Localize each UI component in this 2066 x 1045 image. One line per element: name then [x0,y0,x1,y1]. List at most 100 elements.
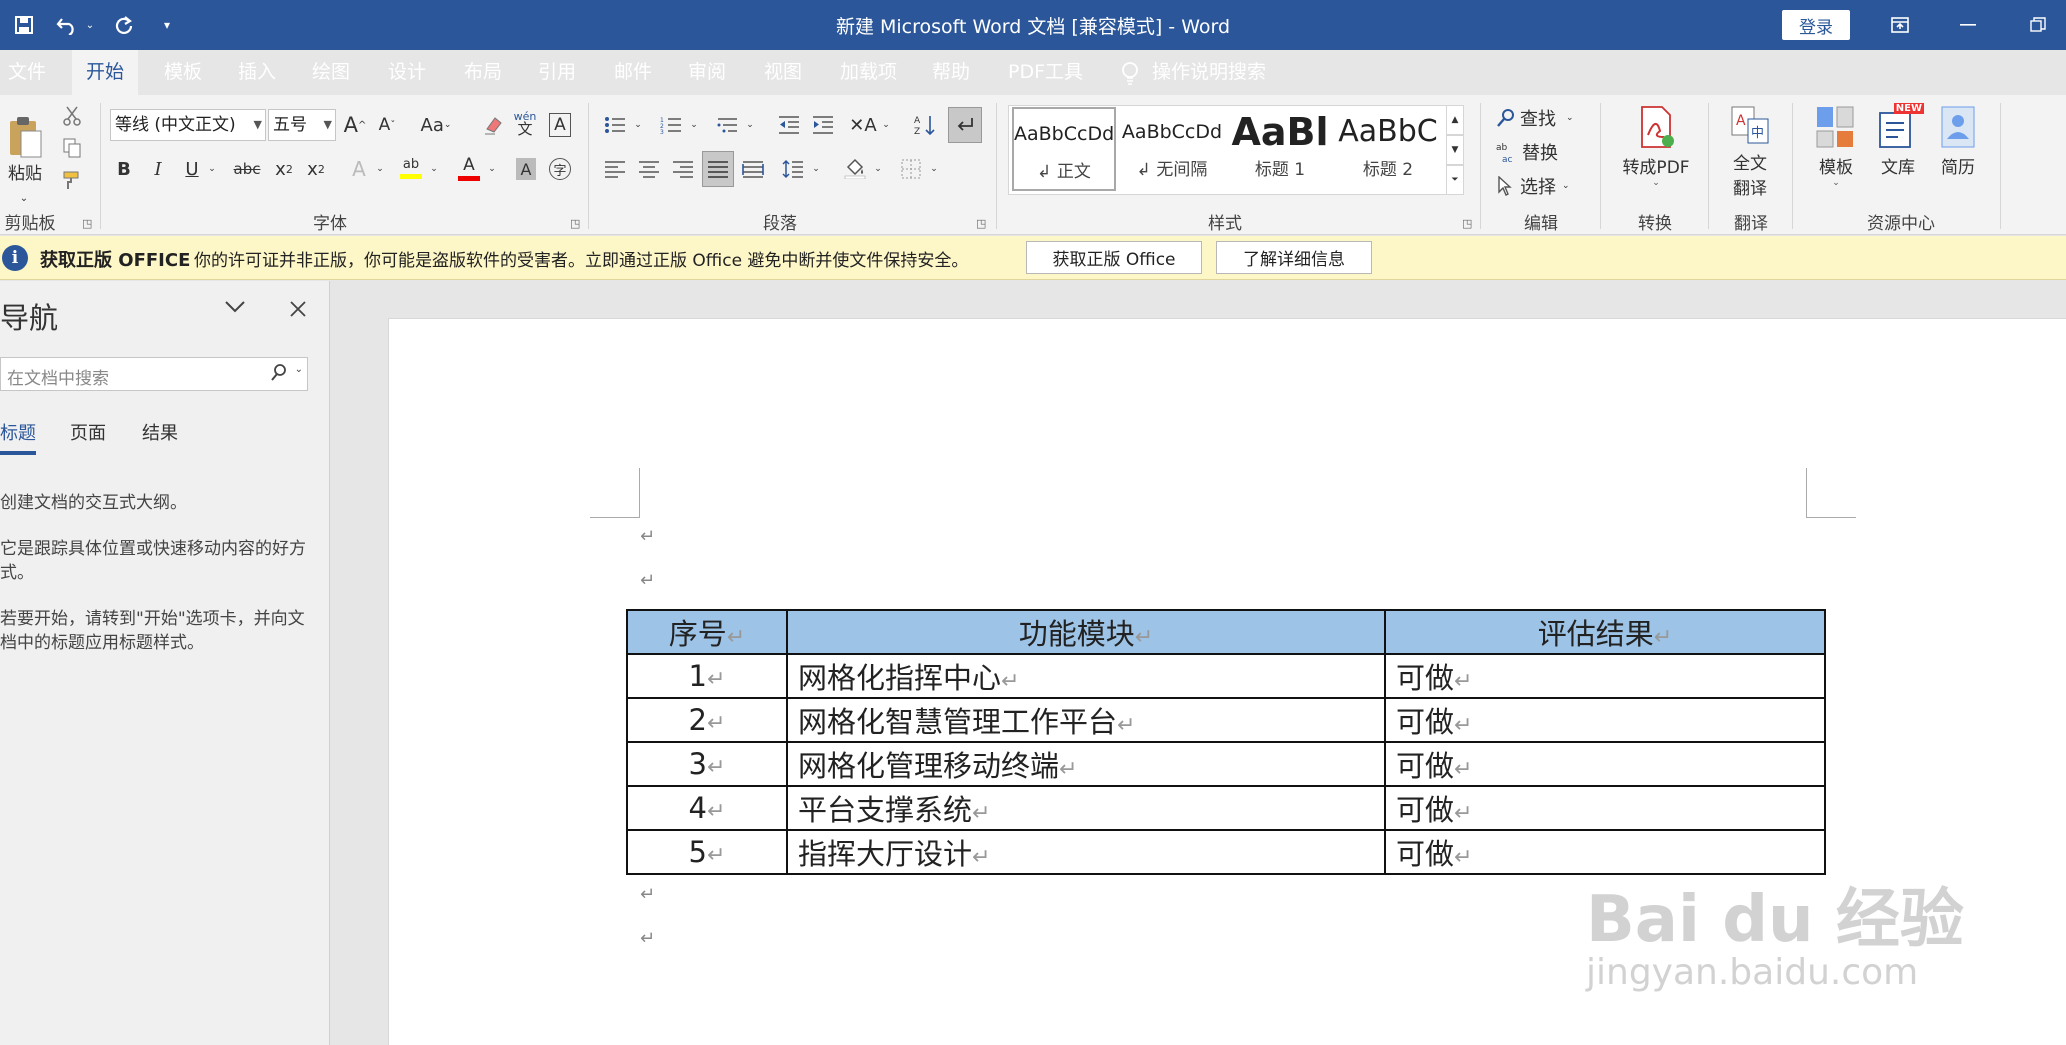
align-right-icon[interactable] [668,153,698,185]
clear-format-icon[interactable] [478,109,508,141]
text-effects-dropdown-icon[interactable]: ⌄ [374,153,386,185]
evaluation-table[interactable]: 序号↵ 功能模块↵ 评估结果↵ 1↵ 网格化指挥中心↵ 可做↵ 2↵ 网格化智慧… [626,609,1826,875]
increase-indent-icon[interactable] [808,109,838,141]
numbering-dropdown-icon[interactable]: ⌄ [688,109,700,141]
copy-icon[interactable] [58,135,86,161]
chinese-layout-dropdown-icon[interactable]: ⌄ [880,109,892,141]
multilevel-list-icon[interactable] [712,109,742,141]
chinese-layout-icon[interactable]: ✕A [848,109,878,141]
table-cell[interactable]: 指挥大厅设计↵ [786,829,1386,875]
style-no-spacing[interactable]: AaBbCcDd ↲ 无间隔 [1120,107,1224,191]
restore-icon[interactable] [2020,10,2056,40]
lightbulb-icon[interactable] [1116,58,1144,88]
table-cell[interactable]: 平台支撑系统↵ [786,785,1386,831]
nav-tab-results[interactable]: 结果 [142,419,178,445]
table-cell[interactable]: 网格化智慧管理工作平台↵ [786,697,1386,743]
to-pdf-button[interactable]: 转成PDF ⌄ [1614,105,1698,188]
minimize-icon[interactable] [1950,10,1986,40]
tab-file[interactable]: 文件 [0,50,54,95]
align-center-icon[interactable] [634,153,664,185]
tab-mailings[interactable]: 邮件 [600,50,666,95]
cut-icon[interactable] [58,103,86,129]
shading-dropdown-icon[interactable]: ⌄ [872,153,884,185]
paste-dropdown-icon[interactable]: ⌄ [14,191,34,205]
underline-button[interactable]: U [178,153,206,185]
style-heading1[interactable]: AaBl 标题 1 [1228,107,1332,191]
borders-icon[interactable] [896,153,926,185]
tab-pdf-tools[interactable]: PDF工具 [994,50,1097,95]
select-button[interactable]: 选择 ⌄ [1496,171,1586,201]
strikethrough-icon[interactable]: abc [230,153,264,185]
line-spacing-dropdown-icon[interactable]: ⌄ [810,153,822,185]
tab-review[interactable]: 审阅 [674,50,740,95]
shading-icon[interactable] [840,151,870,185]
char-shading-icon[interactable]: A [512,153,540,185]
format-painter-icon[interactable] [58,167,86,193]
full-translate-button[interactable]: A中 全文 翻译 [1716,105,1784,199]
multilevel-dropdown-icon[interactable]: ⌄ [744,109,756,141]
tab-insert[interactable]: 插入 [224,50,290,95]
tab-draw[interactable]: 绘图 [298,50,364,95]
grow-font-icon[interactable]: A ^ [340,109,370,141]
font-color-dropdown-icon[interactable]: ⌄ [486,153,498,185]
nav-search-box[interactable]: 在文档中搜索 ⌄ [0,357,308,391]
paragraph-launcher-icon[interactable]: ◳ [976,217,986,230]
nav-close-icon[interactable] [288,299,312,323]
paste-button[interactable]: 粘贴 [4,107,46,191]
superscript-icon[interactable]: x2 [302,153,330,185]
tab-design[interactable]: 设计 [374,50,440,95]
find-button[interactable]: 查找 ⌄ [1496,103,1586,133]
align-left-icon[interactable] [600,153,630,185]
underline-dropdown-icon[interactable]: ⌄ [206,153,218,185]
table-cell[interactable]: 可做↵ [1384,785,1826,831]
search-icon[interactable] [271,364,287,386]
styles-launcher-icon[interactable]: ◳ [1462,217,1472,230]
font-size-combo[interactable]: 五号 ▼ [268,109,336,141]
table-cell[interactable]: 可做↵ [1384,697,1826,743]
highlight-dropdown-icon[interactable]: ⌄ [428,153,440,185]
tell-me-search[interactable]: 操作说明搜索 [1146,50,1272,95]
bullets-dropdown-icon[interactable]: ⌄ [632,109,644,141]
style-heading2[interactable]: AaBbC 标题 2 [1336,107,1440,191]
bullets-icon[interactable] [600,109,630,141]
distributed-icon[interactable] [738,153,768,185]
login-button[interactable]: 登录 [1782,10,1850,40]
italic-button[interactable]: I [144,153,172,185]
replace-button[interactable]: ab ac 替换 [1496,137,1586,167]
nav-options-icon[interactable] [224,299,250,325]
decrease-indent-icon[interactable] [774,109,804,141]
table-cell[interactable]: 可做↵ [1384,741,1826,787]
table-header-cell[interactable]: 序号↵ [626,609,788,655]
shrink-font-icon[interactable]: Aˇ [372,109,402,141]
subscript-icon[interactable]: x2 [270,153,298,185]
numbering-icon[interactable]: 123 [656,109,686,141]
font-color-icon[interactable]: A [454,151,484,185]
styles-scroll-down-icon[interactable]: ▼ [1446,135,1464,165]
show-marks-button[interactable] [948,107,982,143]
table-cell[interactable]: 5↵ [626,829,788,875]
styles-more-icon[interactable]: ⏷ [1446,165,1464,195]
get-genuine-button[interactable]: 获取正版 Office [1026,241,1202,274]
highlight-icon[interactable]: ab [396,151,426,185]
justify-button[interactable] [702,151,734,187]
tab-layout[interactable]: 布局 [450,50,516,95]
enclose-char-icon[interactable]: 字 [546,153,574,185]
learn-more-button[interactable]: 了解详细信息 [1216,241,1372,274]
text-effects-icon[interactable]: A [344,153,374,185]
styles-scroll-up-icon[interactable]: ▲ [1446,105,1464,135]
table-cell[interactable]: 2↵ [626,697,788,743]
line-spacing-icon[interactable] [778,153,808,185]
table-cell[interactable]: 4↵ [626,785,788,831]
table-header-cell[interactable]: 功能模块↵ [786,609,1386,655]
tab-references[interactable]: 引用 [524,50,590,95]
table-cell[interactable]: 可做↵ [1384,653,1826,699]
tab-home[interactable]: 开始 [72,50,139,95]
library-button[interactable]: NEW 文库 [1870,103,1926,178]
resume-button[interactable]: 简历 [1930,105,1986,178]
tab-view[interactable]: 视图 [750,50,816,95]
bold-button[interactable]: B [110,153,138,185]
nav-tab-headings[interactable]: 标题 [0,419,36,445]
clipboard-launcher-icon[interactable]: ◳ [82,217,92,230]
font-launcher-icon[interactable]: ◳ [570,217,580,230]
style-normal[interactable]: AaBbCcDd ↲ 正文 [1012,107,1116,191]
